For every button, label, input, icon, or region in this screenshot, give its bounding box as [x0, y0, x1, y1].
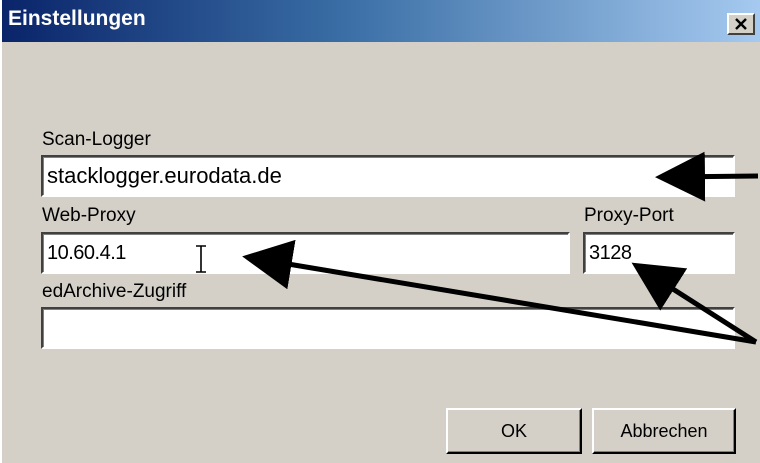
text-cursor-icon	[196, 245, 206, 273]
close-button[interactable]	[727, 13, 755, 35]
dialog-title: Einstellungen	[8, 7, 146, 30]
title-bar[interactable]: Einstellungen	[2, 0, 760, 42]
edarchive-label: edArchive-Zugriff	[42, 281, 187, 302]
settings-dialog: Einstellungen Scan-Logger Web-Proxy Prox…	[0, 0, 760, 463]
scan-logger-input[interactable]	[41, 155, 735, 197]
web-proxy-label: Web-Proxy	[42, 205, 136, 226]
proxy-port-label: Proxy-Port	[584, 205, 674, 226]
scan-logger-label: Scan-Logger	[42, 129, 151, 150]
close-x-icon	[735, 18, 747, 30]
edarchive-input[interactable]	[41, 307, 735, 349]
proxy-port-input[interactable]	[583, 232, 735, 274]
web-proxy-input[interactable]	[41, 232, 570, 274]
ok-button[interactable]: OK	[446, 408, 582, 454]
cancel-button[interactable]: Abbrechen	[592, 408, 736, 454]
